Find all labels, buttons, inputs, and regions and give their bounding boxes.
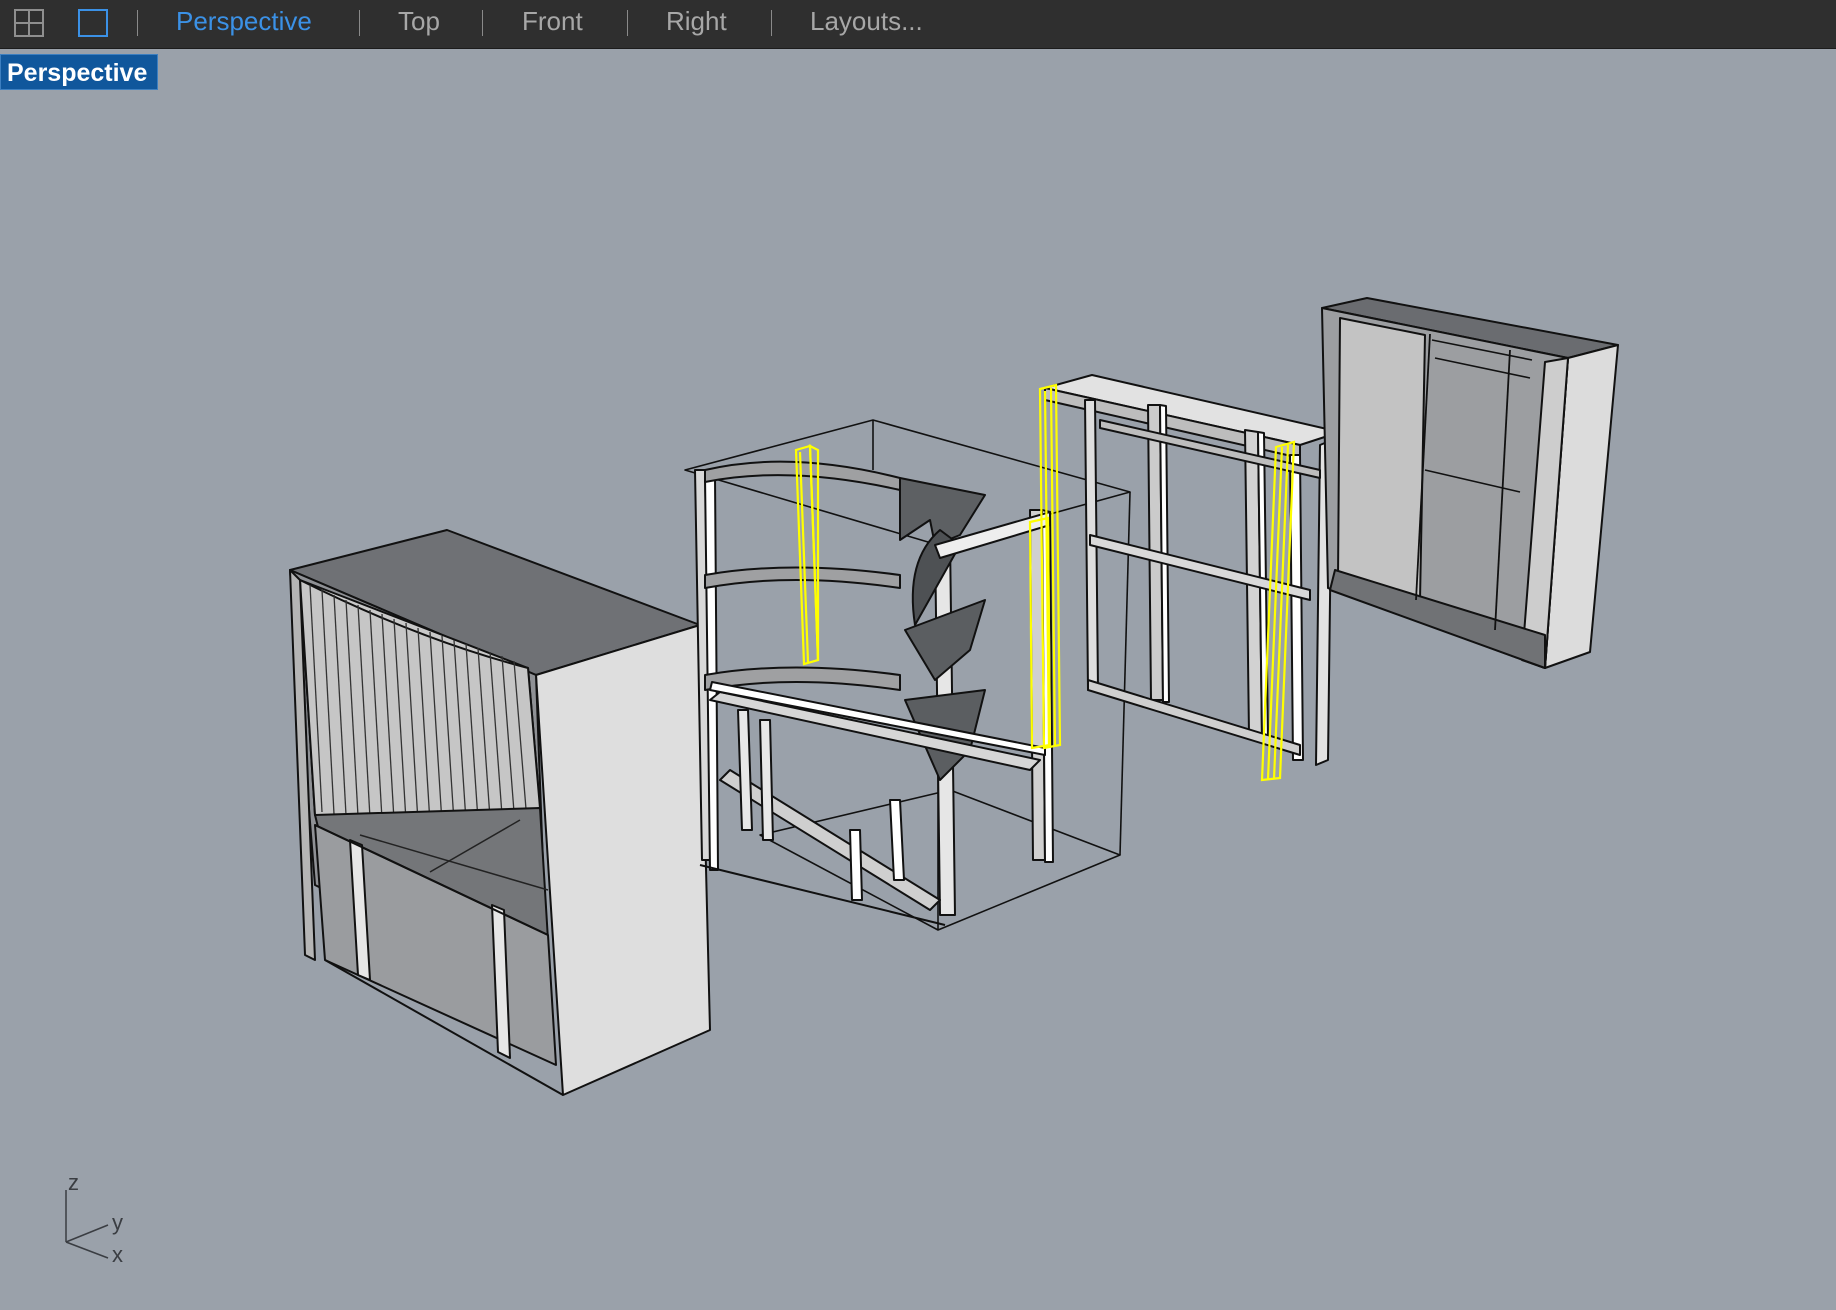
viewport-title[interactable]: Perspective — [0, 54, 159, 90]
tab-front[interactable]: Front — [522, 0, 583, 42]
tab-perspective[interactable]: Perspective — [176, 0, 312, 42]
toolbar-separator — [137, 10, 138, 36]
axis-label-z: z — [68, 1170, 79, 1195]
right-frame[interactable] — [1044, 374, 1341, 766]
tab-top[interactable]: Top — [398, 0, 440, 42]
toolbar-separator — [482, 10, 483, 36]
tab-layouts[interactable]: Layouts... — [810, 0, 923, 42]
perspective-viewport[interactable] — [0, 48, 1836, 1310]
toolbar-separator — [359, 10, 360, 36]
toolbar-separator — [627, 10, 628, 36]
axis-indicator: z y x — [56, 1170, 146, 1270]
axis-label-x: x — [112, 1242, 123, 1267]
viewport-toolbar: Perspective Top Front Right Layouts... — [0, 0, 1836, 49]
single-viewport-icon[interactable] — [78, 9, 108, 39]
toolbar-separator — [771, 10, 772, 36]
tab-right[interactable]: Right — [666, 0, 727, 42]
four-viewports-icon[interactable] — [14, 9, 44, 39]
left-cabinet[interactable] — [289, 529, 711, 1096]
middle-frame[interactable] — [684, 419, 1131, 931]
back-panel[interactable] — [1321, 297, 1619, 669]
axis-label-y: y — [112, 1210, 123, 1235]
